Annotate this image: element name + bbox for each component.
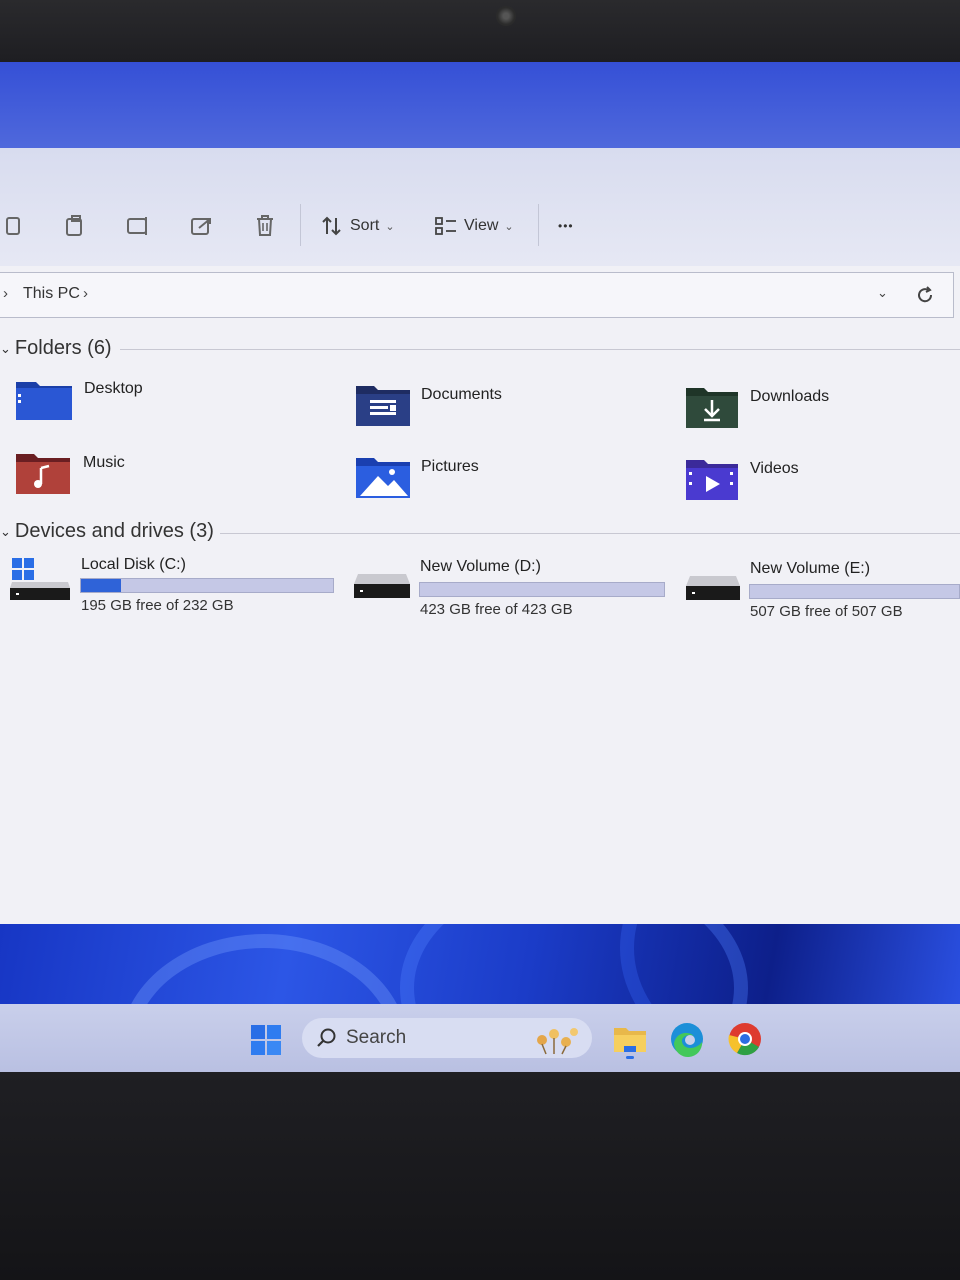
cut-icon — [6, 217, 20, 235]
view-button[interactable]: View ⌄ — [434, 206, 514, 246]
desktop-wallpaper — [0, 924, 960, 1004]
breadcrumb-chevron-icon: › — [3, 285, 8, 302]
downloads-folder-icon — [686, 388, 738, 428]
breadcrumb-this-pc[interactable]: This PC — [23, 285, 80, 303]
folder-item-desktop[interactable]: Desktop — [14, 376, 314, 432]
screen: Sort ⌄ View ⌄ ••• › This PC › ⌄ ⌄ Folder… — [0, 62, 960, 1072]
drive-free-space: 423 GB free of 423 GB — [420, 601, 573, 618]
more-options-button[interactable]: ••• — [558, 206, 574, 246]
sort-icon — [322, 216, 341, 236]
windows-start-icon[interactable] — [250, 1024, 282, 1056]
folder-item-videos[interactable]: Videos — [684, 456, 954, 512]
collapse-chevron-icon: ⌄ — [0, 523, 11, 539]
taskbar: Search — [0, 1004, 960, 1072]
command-bar: Sort ⌄ View ⌄ ••• — [0, 148, 960, 266]
folders-section-header[interactable]: ⌄ Folders (6) — [0, 337, 112, 360]
drive-item-e[interactable]: New Volume (E:) 507 GB free of 507 GB — [684, 556, 960, 626]
folder-label: Desktop — [84, 380, 143, 397]
drive-usage-bar — [749, 584, 960, 599]
delete-button[interactable] — [254, 206, 276, 246]
chevron-down-icon: ⌄ — [504, 220, 514, 233]
drives-section-title: Devices and drives (3) — [14, 520, 214, 542]
search-icon — [317, 1028, 336, 1047]
monitor-bezel-bottom — [0, 1072, 960, 1280]
music-folder-icon — [16, 454, 70, 494]
toolbar-divider — [300, 204, 301, 246]
view-icon — [435, 217, 456, 235]
folder-label: Documents — [421, 386, 502, 403]
sort-button[interactable]: Sort ⌄ — [320, 206, 395, 246]
folder-item-documents[interactable]: Documents — [354, 382, 654, 438]
folder-label: Pictures — [421, 458, 479, 475]
drive-free-space: 195 GB free of 232 GB — [81, 597, 234, 614]
folder-label: Downloads — [750, 388, 830, 405]
drive-item-c[interactable]: Local Disk (C:) 195 GB free of 232 GB — [8, 552, 338, 622]
file-explorer-taskbar-icon[interactable] — [610, 1020, 650, 1060]
window-title-strip — [0, 62, 960, 150]
folder-label: Videos — [750, 460, 799, 477]
share-button[interactable] — [190, 206, 214, 246]
rename-icon — [127, 217, 147, 235]
sort-label: Sort — [350, 217, 380, 234]
search-label: Search — [346, 1027, 407, 1048]
drive-name: New Volume (D:) — [420, 558, 541, 575]
chevron-down-icon: ⌄ — [385, 220, 395, 233]
wallpaper-swirl — [620, 924, 960, 1004]
folder-item-music[interactable]: Music — [14, 450, 314, 506]
address-bar[interactable]: › This PC › ⌄ — [0, 272, 954, 318]
view-label: View — [464, 217, 499, 234]
copy-button[interactable] — [64, 206, 86, 246]
cut-button[interactable] — [4, 206, 22, 246]
monitor-bezel-top — [0, 0, 960, 62]
share-icon — [191, 218, 211, 235]
drive-usage-fill — [81, 579, 122, 592]
refresh-icon[interactable] — [915, 285, 935, 305]
windows-drive-icon — [10, 558, 70, 600]
drive-usage-bar — [80, 578, 334, 593]
section-divider — [220, 533, 960, 534]
more-icon: ••• — [558, 219, 574, 233]
webcam — [496, 6, 516, 26]
copy-icon — [66, 215, 82, 236]
collapse-chevron-icon: ⌄ — [0, 340, 11, 356]
folder-item-downloads[interactable]: Downloads — [684, 384, 954, 440]
toolbar-divider — [538, 204, 539, 246]
drive-item-d[interactable]: New Volume (D:) 423 GB free of 423 GB — [352, 554, 668, 624]
drive-usage-bar — [419, 582, 665, 597]
drive-name: Local Disk (C:) — [81, 556, 186, 573]
section-divider — [120, 349, 960, 350]
pictures-folder-icon — [356, 458, 410, 498]
drive-icon — [686, 576, 740, 600]
breadcrumb-chevron-icon[interactable]: › — [83, 285, 88, 302]
drive-icon — [354, 574, 410, 598]
edge-browser-icon[interactable] — [668, 1020, 706, 1058]
rename-button[interactable] — [126, 206, 152, 246]
wallpaper-swirl — [120, 934, 408, 1004]
trash-icon — [257, 215, 273, 236]
drives-section-header[interactable]: ⌄ Devices and drives (3) — [0, 520, 214, 543]
file-explorer-window: Sort ⌄ View ⌄ ••• › This PC › ⌄ ⌄ Folder… — [0, 148, 960, 924]
taskbar-search-box[interactable]: Search — [302, 1018, 592, 1058]
folder-item-pictures[interactable]: Pictures — [354, 454, 654, 510]
address-history-chevron-icon[interactable]: ⌄ — [877, 285, 888, 301]
desktop-folder-icon — [16, 382, 72, 420]
chrome-browser-icon[interactable] — [726, 1020, 764, 1058]
folder-label: Music — [83, 454, 125, 471]
flowers-widget-icon[interactable] — [530, 1022, 584, 1056]
videos-folder-icon — [686, 460, 738, 500]
drive-name: New Volume (E:) — [750, 560, 871, 577]
drive-free-space: 507 GB free of 507 GB — [750, 603, 903, 620]
documents-folder-icon — [356, 386, 410, 426]
folders-section-title: Folders (6) — [14, 337, 112, 359]
